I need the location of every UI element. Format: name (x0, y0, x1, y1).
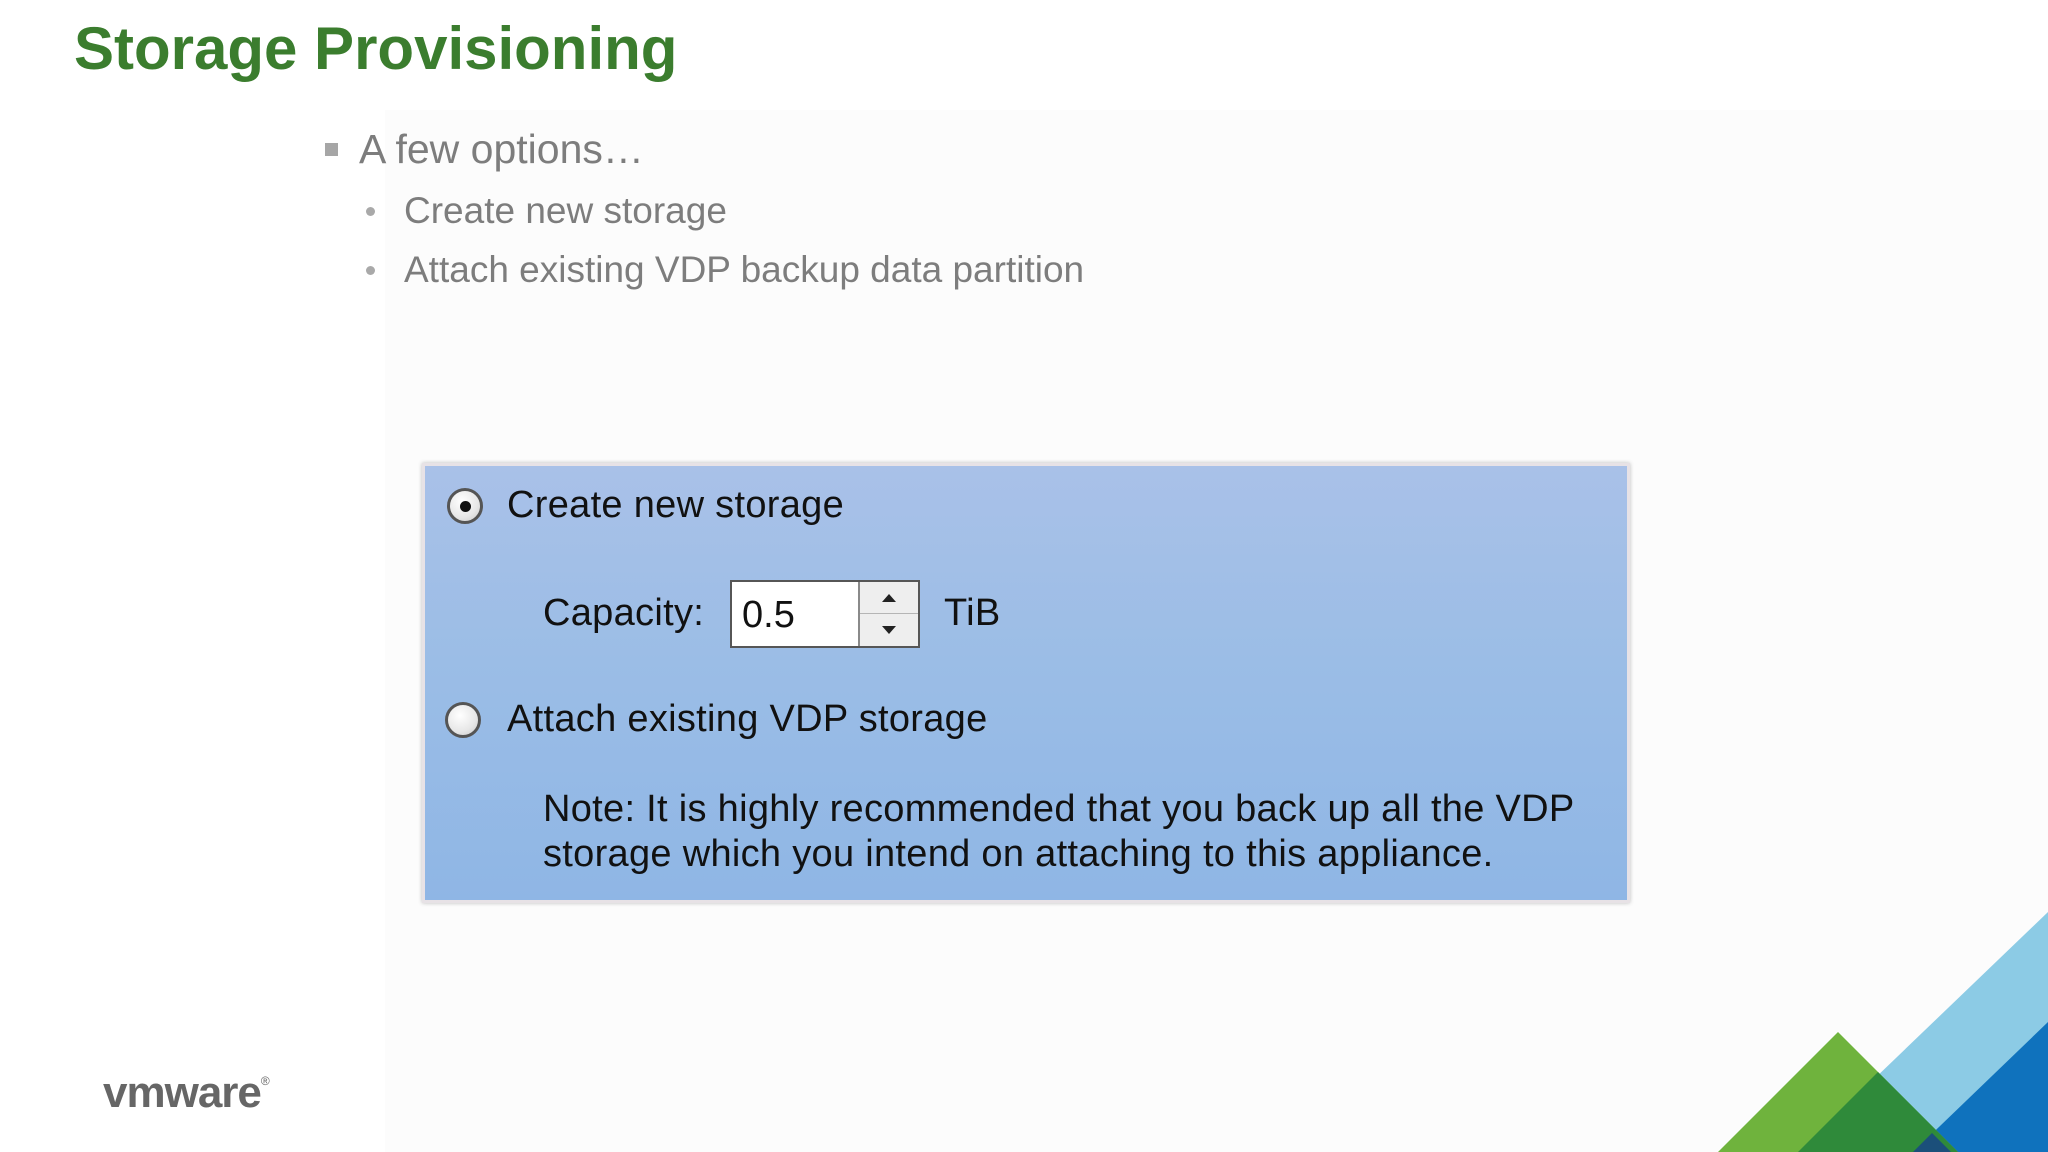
slide-title: Storage Provisioning (74, 15, 678, 82)
dot-bullet-icon (366, 207, 375, 216)
registered-mark: ® (260, 1074, 270, 1088)
capacity-stepper[interactable]: 0.5 (730, 580, 920, 648)
arrow-up-icon (882, 593, 896, 602)
decrement-button[interactable] (860, 614, 918, 645)
dot-bullet-icon (366, 266, 375, 275)
subbullet-text: Create new storage (404, 190, 727, 231)
bullet-level1: A few options… (322, 126, 644, 173)
capacity-unit: TiB (944, 592, 1001, 634)
subbullet-create: Create new storage (364, 190, 727, 232)
capacity-input[interactable]: 0.5 (742, 594, 795, 637)
subbullet-text: Attach existing VDP backup data partitio… (404, 249, 1085, 290)
logo-text: vmware (103, 1068, 262, 1117)
radio-selected-dot-icon (460, 501, 471, 512)
attach-storage-radio[interactable] (445, 702, 481, 738)
stepper-buttons (858, 582, 918, 646)
create-storage-radio[interactable] (447, 488, 483, 524)
subbullet-attach: Attach existing VDP backup data partitio… (364, 249, 1084, 291)
attach-storage-label[interactable]: Attach existing VDP storage (507, 698, 988, 741)
square-bullet-icon (325, 143, 338, 156)
note-line-1: Note: It is highly recommended that you … (543, 788, 1575, 830)
note-line-2: storage which you intend on attaching to… (543, 833, 1494, 875)
increment-button[interactable] (860, 582, 918, 614)
arrow-down-icon (882, 625, 896, 634)
capacity-label: Capacity: (543, 592, 705, 634)
create-storage-label[interactable]: Create new storage (507, 484, 844, 527)
corner-triangles-decoration (1718, 912, 2048, 1152)
vmware-logo: vmware® (103, 1068, 270, 1118)
storage-options-panel: Create new storage Capacity: 0.5 TiB Att… (422, 463, 1630, 903)
bullet-text: A few options… (359, 126, 644, 172)
